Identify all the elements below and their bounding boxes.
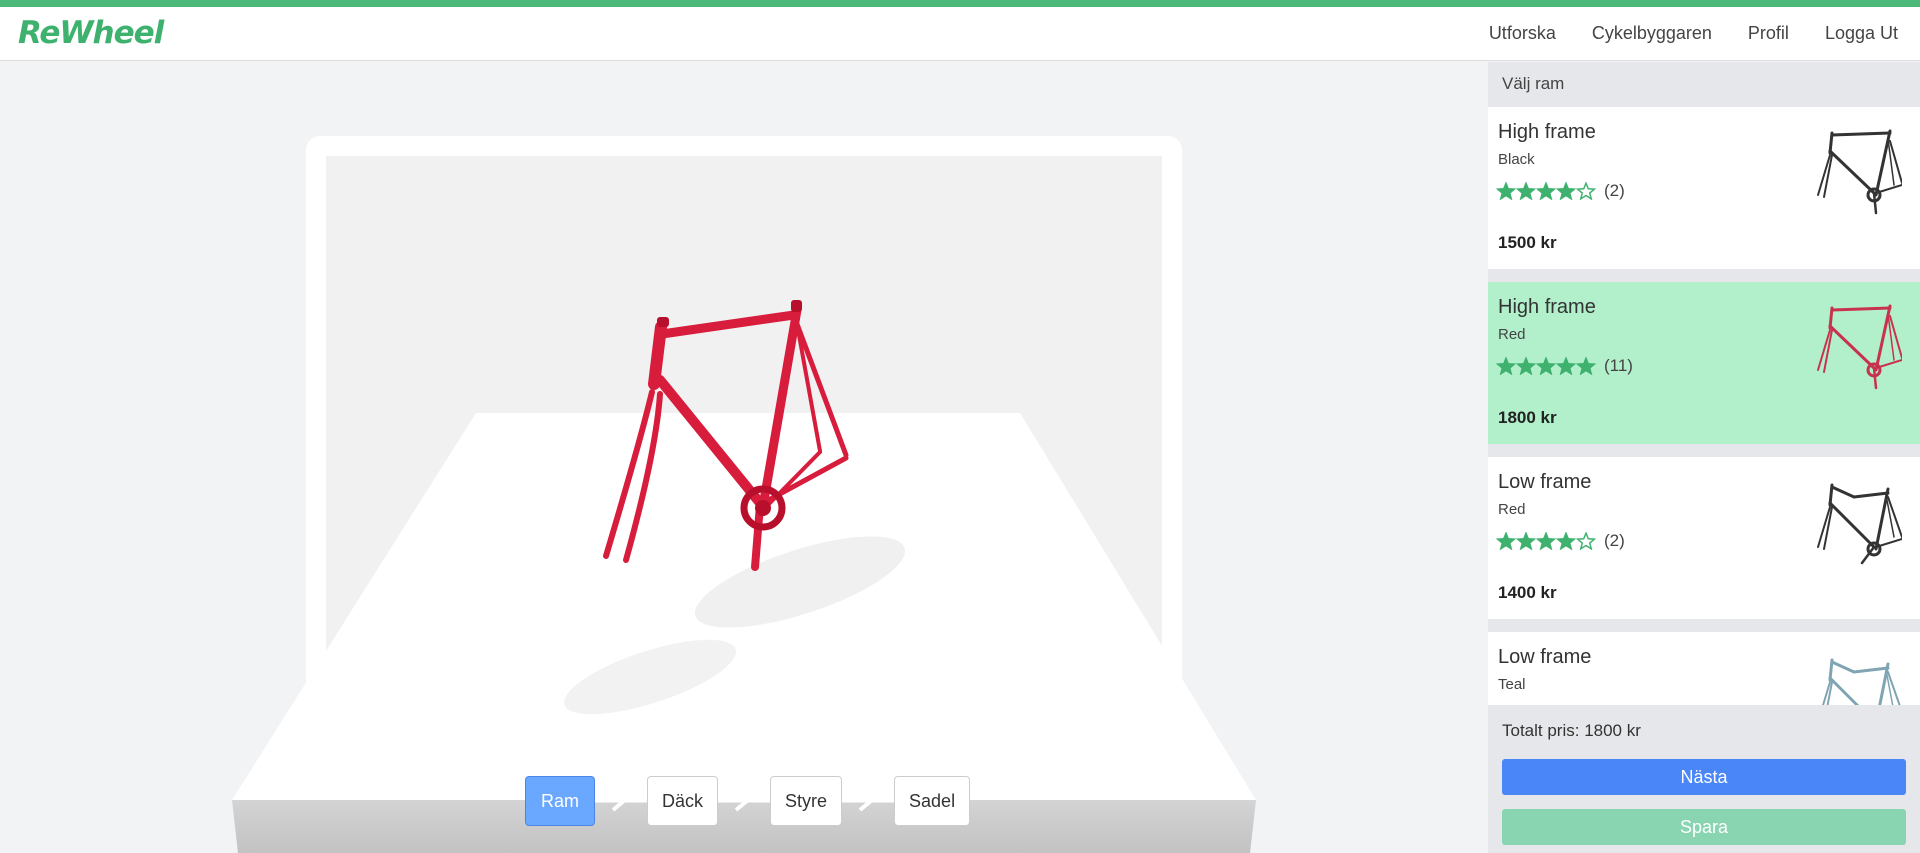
star-rating: (2) — [1496, 181, 1625, 201]
step-ram[interactable]: Ram — [525, 776, 595, 826]
save-button[interactable]: Spara — [1502, 809, 1906, 845]
frame-thumbnail — [1817, 129, 1902, 215]
star-filled-icon — [1496, 532, 1516, 550]
nav-profil[interactable]: Profil — [1748, 23, 1789, 44]
bike-builder-viewport[interactable]: Ram Däck Styre Sadel — [0, 62, 1488, 853]
next-button[interactable]: Nästa — [1502, 759, 1906, 795]
star-filled-icon — [1556, 357, 1576, 375]
rating-count: (11) — [1604, 356, 1633, 375]
nav-utforska[interactable]: Utforska — [1489, 23, 1556, 44]
star-filled-icon — [1576, 357, 1596, 375]
frame-color: Red — [1498, 501, 1526, 518]
star-empty-icon — [1576, 182, 1596, 200]
star-filled-icon — [1536, 357, 1556, 375]
frame-name: High frame — [1498, 121, 1596, 143]
frame-price: 1500 kr — [1498, 233, 1557, 252]
step-sadel[interactable]: Sadel — [894, 776, 971, 826]
frame-card[interactable]: High frame Black (2) 1500 kr — [1488, 107, 1920, 269]
frame-name: High frame — [1498, 296, 1596, 318]
frame-name: Low frame — [1498, 646, 1592, 668]
frame-card[interactable]: High frame Red (11) 1800 kr — [1488, 282, 1920, 444]
star-filled-icon — [1556, 532, 1576, 550]
star-empty-icon — [1576, 532, 1596, 550]
frame-price: 1800 kr — [1498, 408, 1557, 427]
frame-color: Teal — [1498, 676, 1526, 693]
star-filled-icon — [1536, 182, 1556, 200]
star-filled-icon — [1516, 357, 1536, 375]
step-arrow-icon — [595, 776, 647, 826]
frame-card[interactable]: Low frame Red (2) 1400 kr — [1488, 457, 1920, 619]
star-filled-icon — [1496, 182, 1516, 200]
header: ReWheel Utforska Cykelbyggaren Profil Lo… — [0, 7, 1920, 61]
total-price: Totalt pris: 1800 kr — [1502, 721, 1641, 740]
frame-thumbnail — [1817, 304, 1902, 390]
frame-thumbnail — [1817, 483, 1902, 565]
star-filled-icon — [1536, 532, 1556, 550]
star-filled-icon — [1556, 182, 1576, 200]
star-filled-icon — [1516, 182, 1536, 200]
step-arrow-icon — [718, 776, 771, 826]
rating-count: (2) — [1604, 531, 1625, 550]
sidebar-title: Välj ram — [1502, 74, 1565, 93]
frame-color: Black — [1498, 151, 1535, 168]
logo[interactable]: ReWheel — [18, 15, 164, 51]
step-arrow-icon — [842, 776, 895, 826]
star-rating: (2) — [1496, 531, 1625, 551]
star-filled-icon — [1516, 532, 1536, 550]
star-filled-icon — [1496, 357, 1516, 375]
nav-cykelbyggaren[interactable]: Cykelbyggaren — [1592, 23, 1712, 44]
frame-color: Red — [1498, 326, 1526, 343]
star-rating: (11) — [1496, 356, 1633, 376]
builder-steps: Ram Däck Styre Sadel — [525, 776, 971, 826]
frame-sidebar: Välj ram High frame Black (2) 1500 kr High f… — [1488, 62, 1920, 853]
bike-frame-model[interactable] — [0, 62, 1488, 853]
nav-logga-ut[interactable]: Logga Ut — [1825, 23, 1898, 44]
rating-count: (2) — [1604, 181, 1625, 200]
step-styre[interactable]: Styre — [770, 776, 843, 826]
main-nav: Utforska Cykelbyggaren Profil Logga Ut — [1489, 23, 1898, 44]
top-accent-bar — [0, 0, 1920, 7]
frame-price: 1400 kr — [1498, 583, 1557, 602]
step-dack[interactable]: Däck — [647, 776, 719, 826]
sidebar-footer: Totalt pris: 1800 kr Nästa Spara — [1488, 705, 1920, 853]
frame-name: Low frame — [1498, 471, 1592, 493]
